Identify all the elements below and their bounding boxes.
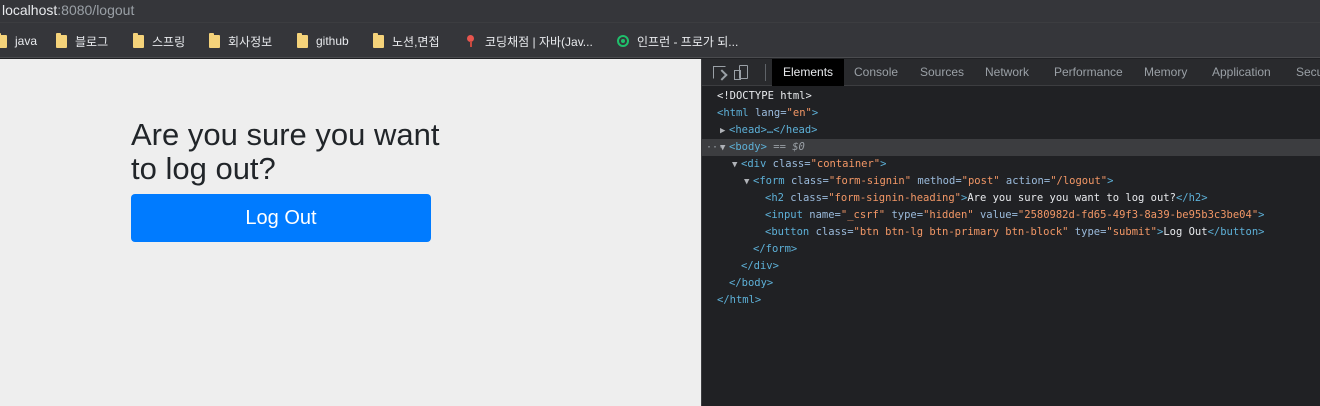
inflearn-favicon-icon [617,35,629,47]
folder-icon [373,32,384,48]
dom-node-h2[interactable]: <h2 class="form-signin-heading">Are you … [702,190,1320,207]
bookmark-inflearn[interactable]: 인프런 - 프로가 되... [617,32,738,50]
collapse-arrow-icon[interactable]: ▼ [744,174,753,191]
folder-icon [0,32,7,48]
dom-node-html-close[interactable]: </html> [702,292,1320,309]
bookmark-label: 노션,면접 [392,34,440,49]
dom-node-body-close[interactable]: </body> [702,275,1320,292]
url-path: :8080/logout [57,2,135,18]
devtools-toolbar: Elements Console Sources Network Perform… [702,59,1320,86]
dom-node-form[interactable]: ▼ <form class="form-signin" method="post"… [702,173,1320,190]
bookmark-label: 코딩채점 | 자바(Jav... [485,34,593,49]
dom-node-body[interactable]: ··· ▼ <body> == $0 [702,139,1320,156]
bookmark-label: java [15,34,38,48]
dom-node-html[interactable]: <html lang="en"> [702,105,1320,122]
toolbar-divider [765,64,766,81]
bookmark-label: 인프런 - 프로가 되... [637,34,739,49]
devtools-panel: Elements Console Sources Network Perform… [701,59,1320,406]
dom-node-head[interactable]: ▶ <head>…</head> [702,122,1320,139]
bookmark-label: 블로그 [75,34,109,49]
tab-memory[interactable]: Memory [1144,59,1187,86]
inspect-element-icon[interactable] [713,66,726,79]
bookmark-company-info[interactable]: 회사정보 [209,32,272,50]
dom-node-form-close[interactable]: </form> [702,241,1320,258]
dom-node-button[interactable]: <button class="btn btn-lg btn-primary bt… [702,224,1320,241]
coding-favicon-icon [465,35,477,47]
folder-icon [297,32,308,48]
folder-icon [56,32,67,48]
bookmark-spring[interactable]: 스프링 [133,32,185,50]
dom-node-input[interactable]: <input name="_csrf" type="hidden" value=… [702,207,1320,224]
dom-node-div[interactable]: ▼ <div class="container"> [702,156,1320,173]
tab-application[interactable]: Application [1212,59,1271,86]
folder-icon [133,32,144,48]
bookmark-notion-interview[interactable]: 노션,면접 [373,32,440,50]
bookmarks-bar: java 블로그 스프링 회사정보 github 노션,면접 코딩채점 | 자바… [0,22,1320,58]
tab-console[interactable]: Console [854,59,898,86]
bookmark-label: 스프링 [152,34,186,49]
bookmark-label: 회사정보 [228,34,273,49]
address-bar[interactable]: localhost:8080/logout [0,0,1320,22]
logout-button[interactable]: Log Out [131,194,431,242]
bookmark-label: github [316,34,349,48]
tab-network[interactable]: Network [985,59,1029,86]
device-toolbar-icon[interactable] [734,65,748,80]
dom-node-div-close[interactable]: </div> [702,258,1320,275]
expand-arrow-icon[interactable]: ▶ [720,123,729,140]
url-host: localhost [2,2,58,18]
page-viewport: Are you sure you want to log out? Log Ou… [0,59,701,406]
page-heading: Are you sure you want to log out? [131,117,440,186]
bookmark-coding-grading[interactable]: 코딩채점 | 자바(Jav... [465,32,593,50]
tab-elements[interactable]: Elements [772,59,845,86]
tab-sources[interactable]: Sources [920,59,964,86]
tab-performance[interactable]: Performance [1054,59,1123,86]
dom-node-doctype[interactable]: <!DOCTYPE html> [702,88,1320,105]
more-options-icon[interactable]: ··· [706,139,724,156]
folder-icon [209,32,220,48]
collapse-arrow-icon[interactable]: ▼ [732,157,741,174]
bookmark-blog[interactable]: 블로그 [56,32,108,50]
bookmark-github[interactable]: github [297,32,349,50]
url-text[interactable]: localhost:8080/logout [2,1,134,19]
tab-security[interactable]: Secu [1296,59,1320,86]
bookmark-java[interactable]: java [0,32,37,50]
